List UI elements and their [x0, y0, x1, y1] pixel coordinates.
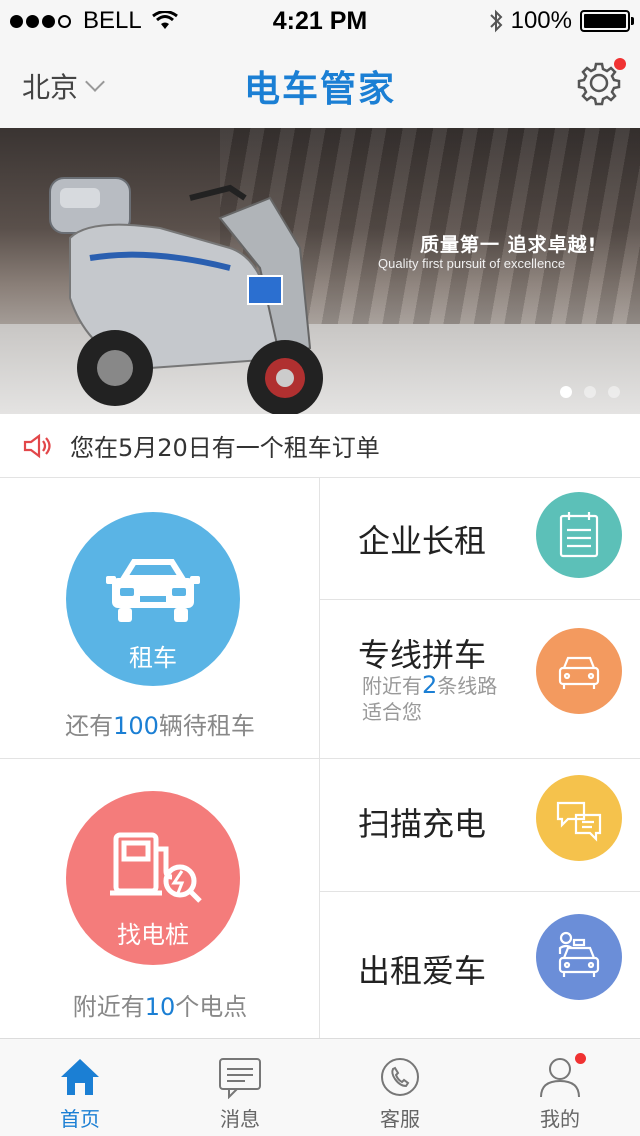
charger-count: 附近有10个电点	[0, 987, 320, 1022]
charger-icon	[110, 832, 202, 903]
carpool-car-icon	[536, 628, 622, 714]
tab-messages[interactable]: 消息	[160, 1039, 320, 1136]
rent-car-count: 还有100辆待租车	[0, 706, 320, 741]
carpool-item[interactable]: 专线拼车 附近有2条线路 适合您	[320, 600, 640, 759]
enterprise-rent-item[interactable]: 企业长租	[320, 478, 640, 600]
scooter-image	[49, 177, 323, 414]
lease-car-title: 出租爱车	[358, 952, 487, 990]
tab-profile[interactable]: 我的	[480, 1039, 640, 1136]
bluetooth-icon	[489, 9, 503, 33]
pager-dot[interactable]	[608, 386, 620, 398]
speaker-icon	[23, 433, 51, 458]
status-bar: BELL 4:21 PM 100%	[0, 0, 640, 40]
charger-sub-count: 10	[144, 993, 176, 1021]
promo-banner[interactable]: 质量第一 追求卓越! Quality first pursuit of exce…	[0, 128, 640, 414]
order-notice[interactable]: 您在5月20日有一个租车订单	[0, 414, 640, 478]
tab-profile-label: 我的	[540, 1107, 580, 1131]
scan-charge-item[interactable]: 扫描充电	[320, 759, 640, 892]
tab-bar: 首页 消息 客服 我的	[0, 1038, 640, 1136]
tab-service-label: 客服	[380, 1107, 420, 1131]
carpool-desc: 附近有2条线路 适合您	[362, 672, 497, 725]
scan-charge-title: 扫描充电	[358, 805, 487, 843]
battery-percent: 100%	[510, 7, 572, 34]
charger-sub-prefix: 附近有	[72, 993, 145, 1021]
settings-button[interactable]	[576, 58, 626, 106]
carpool-desc-prefix: 附近有	[362, 674, 422, 698]
taxi-icon	[536, 914, 622, 1000]
nav-bar: 北京 电车管家	[0, 40, 640, 128]
notification-dot	[575, 1053, 586, 1064]
carpool-title: 专线拼车	[358, 636, 487, 674]
enterprise-rent-title: 企业长租	[358, 522, 487, 560]
find-charger-label: 找电桩	[117, 921, 189, 949]
banner-slogan: 质量第一 追求卓越!	[420, 234, 598, 256]
message-icon	[219, 1058, 261, 1099]
tab-home-label: 首页	[60, 1107, 100, 1131]
battery-icon	[580, 10, 634, 32]
pager-dot[interactable]	[560, 386, 572, 398]
car-icon	[106, 559, 200, 622]
pager-dot[interactable]	[584, 386, 596, 398]
charger-sub-suffix: 个电点	[175, 993, 248, 1021]
carpool-desc-count: 2	[422, 671, 438, 699]
clipboard-icon	[536, 492, 622, 578]
lease-car-item[interactable]: 出租爱车	[320, 892, 640, 1038]
rent-sub-suffix: 辆待租车	[158, 712, 255, 740]
notice-text: 您在5月20日有一个租车订单	[70, 434, 380, 462]
find-charger-button[interactable]: 找电桩	[66, 791, 240, 965]
banner-slogan-en: Quality first pursuit of excellence	[378, 256, 566, 271]
page-title: 电车管家	[243, 69, 396, 110]
home-icon	[61, 1059, 99, 1095]
carousel-pager[interactable]	[560, 386, 620, 398]
carpool-desc-suffix: 条线路	[437, 674, 498, 698]
rent-car-card[interactable]: 租车 还有100辆待租车	[0, 478, 320, 759]
tab-messages-label: 消息	[220, 1107, 260, 1131]
rent-car-button[interactable]: 租车	[66, 512, 240, 686]
tab-home[interactable]: 首页	[0, 1039, 160, 1136]
service-grid: 租车 还有100辆待租车 找电桩 附近有10个电点 企业长租 专线拼车 附近有2…	[0, 478, 640, 1038]
phone-icon	[381, 1058, 419, 1096]
rent-car-label: 租车	[129, 644, 177, 672]
rent-sub-prefix: 还有	[65, 712, 114, 740]
rent-sub-count: 100	[113, 712, 159, 740]
tab-service[interactable]: 客服	[320, 1039, 480, 1136]
find-charger-card[interactable]: 找电桩 附近有10个电点	[0, 759, 320, 1038]
notification-dot	[614, 58, 626, 70]
carpool-desc-line2: 适合您	[362, 700, 422, 724]
chat-icon	[536, 775, 622, 861]
